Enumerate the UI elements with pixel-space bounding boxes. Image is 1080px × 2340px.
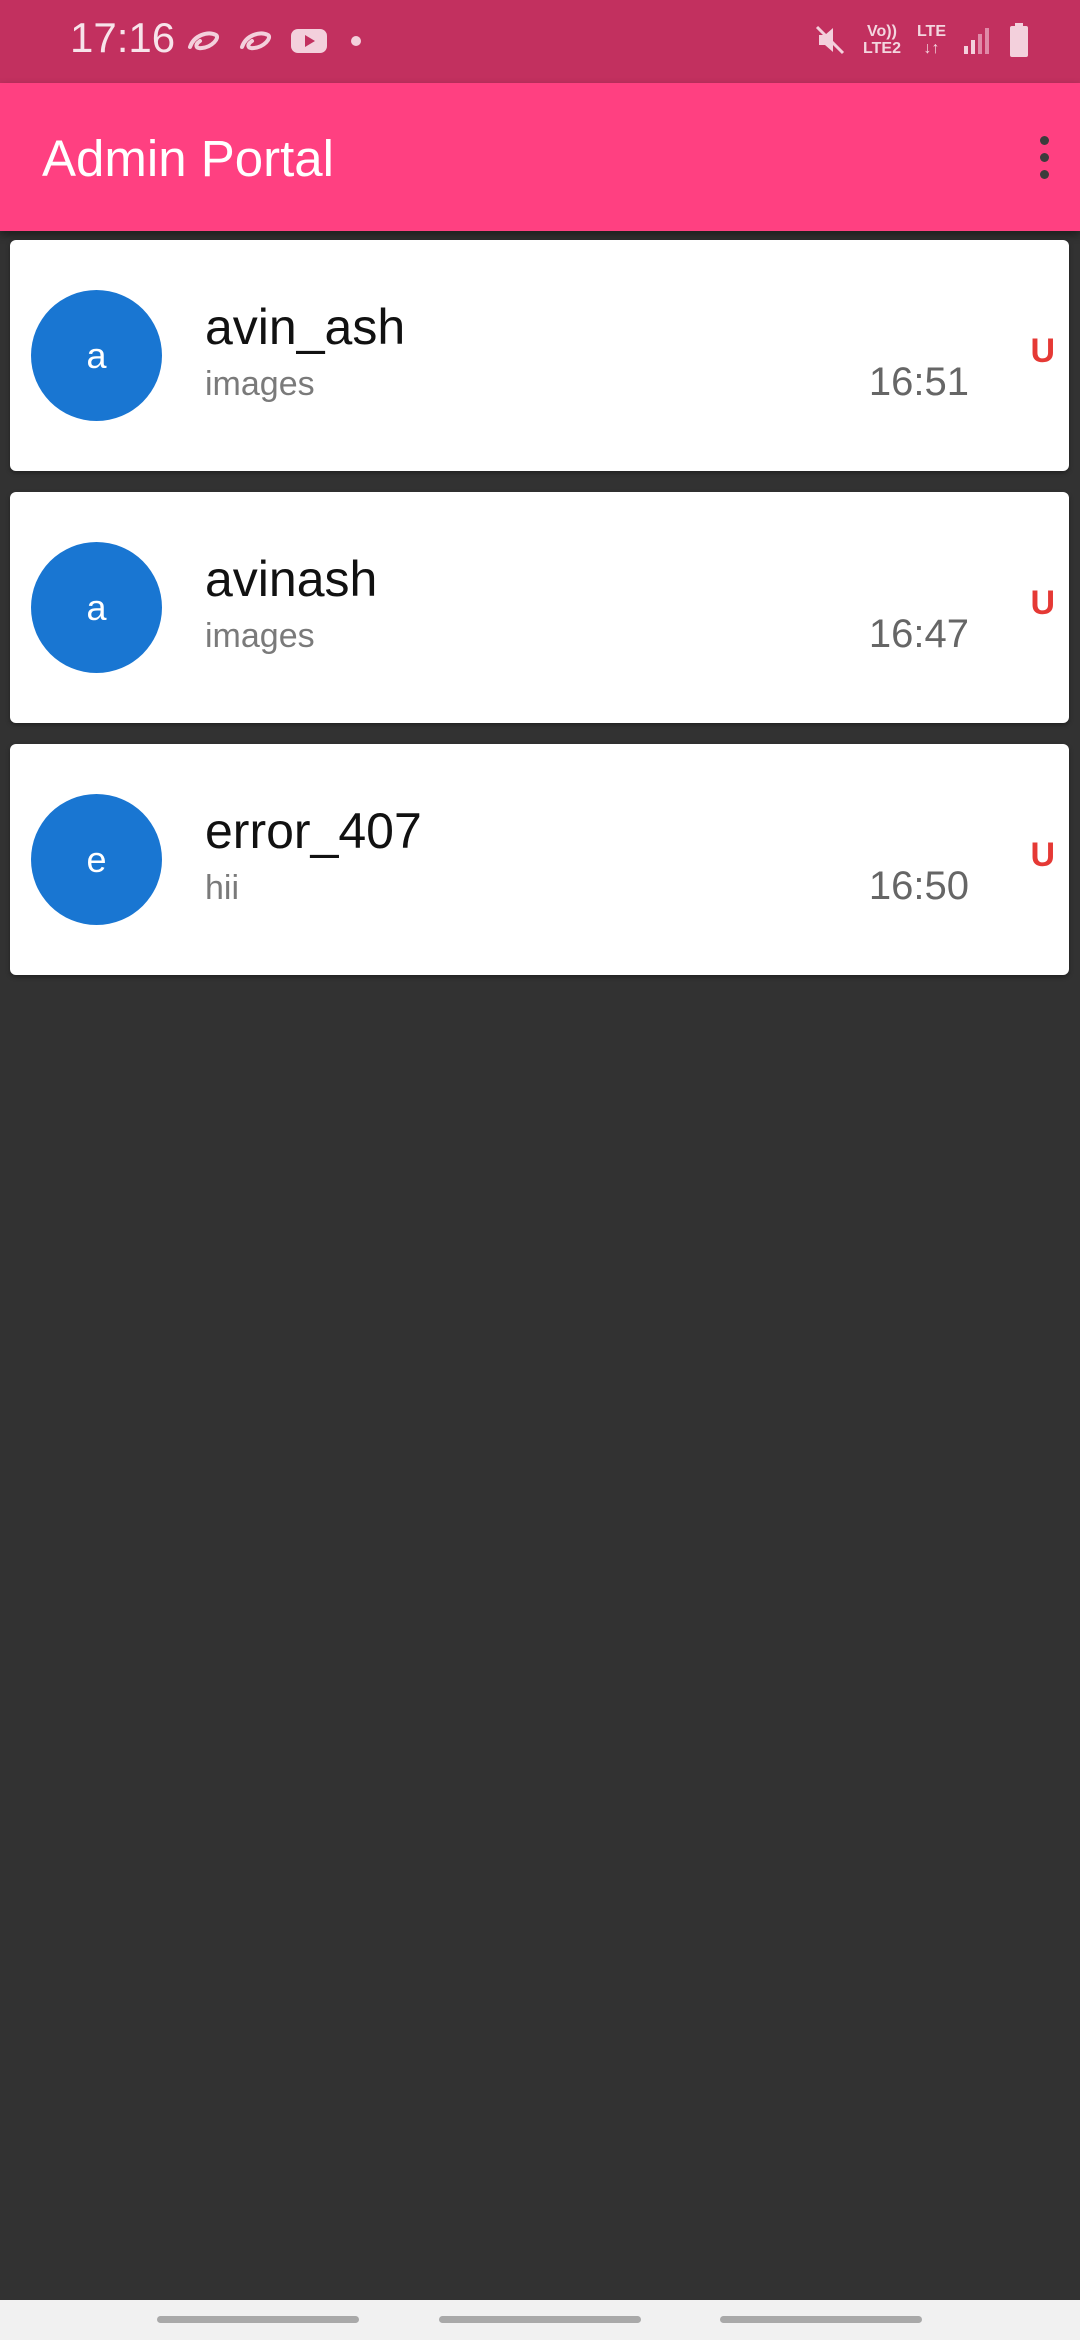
- chat-time: 16:50: [868, 864, 969, 908]
- unread-badge: U: [1030, 836, 1055, 874]
- chat-item[interactable]: e error_407 hii 16:50 U: [10, 744, 1069, 975]
- navigation-bar: [0, 2300, 1080, 2340]
- notification-icons: [186, 24, 368, 58]
- avatar: a: [31, 290, 162, 421]
- lte-indicator: LTE ↓↑: [917, 23, 946, 57]
- volte-indicator: Vo)) LTE2: [863, 23, 901, 57]
- lte2-label: LTE2: [863, 40, 901, 57]
- chat-list: a avin_ash images 16:51 U a avinash imag…: [10, 240, 1070, 996]
- volte-label: Vo)): [867, 23, 897, 40]
- status-bar: 17:16 Vo)) LTE2 LTE ↓↑: [0, 0, 1080, 83]
- chat-item[interactable]: a avin_ash images 16:51 U: [10, 240, 1069, 471]
- airtel-icon: [188, 31, 219, 51]
- chat-name: error_407: [205, 803, 422, 859]
- battery-icon: [1010, 23, 1028, 57]
- lte-label: LTE: [916, 23, 946, 40]
- recent-apps-button[interactable]: [157, 2316, 359, 2323]
- airtel-icon: [240, 31, 271, 51]
- menu-dot: [1039, 135, 1049, 145]
- signal-icon: [964, 28, 989, 54]
- youtube-icon: [291, 29, 327, 53]
- dot-icon: [351, 36, 361, 46]
- chat-time: 16:51: [868, 360, 969, 404]
- avatar: e: [31, 794, 162, 925]
- menu-dot: [1039, 169, 1049, 179]
- page-title: Admin Portal: [42, 130, 334, 187]
- system-status-icons: Vo)) LTE2 LTE ↓↑: [813, 18, 1030, 62]
- more-vert-icon[interactable]: [1022, 119, 1066, 195]
- home-button[interactable]: [439, 2316, 641, 2323]
- data-arrows-icon: ↓↑: [923, 40, 940, 57]
- unread-badge: U: [1030, 584, 1055, 622]
- avatar: a: [31, 542, 162, 673]
- chat-time: 16:47: [868, 612, 969, 656]
- mute-icon: [815, 25, 845, 55]
- chat-preview: hii: [205, 869, 240, 907]
- status-time: 17:16: [70, 14, 176, 61]
- chat-preview: images: [205, 365, 315, 403]
- chat-name: avinash: [205, 551, 378, 607]
- chat-item[interactable]: a avinash images 16:47 U: [10, 492, 1069, 723]
- app-bar: Admin Portal: [0, 83, 1080, 231]
- unread-badge: U: [1030, 332, 1055, 370]
- chat-name: avin_ash: [205, 299, 406, 355]
- back-button[interactable]: [720, 2316, 922, 2323]
- menu-dot: [1039, 152, 1049, 162]
- chat-preview: images: [205, 617, 315, 655]
